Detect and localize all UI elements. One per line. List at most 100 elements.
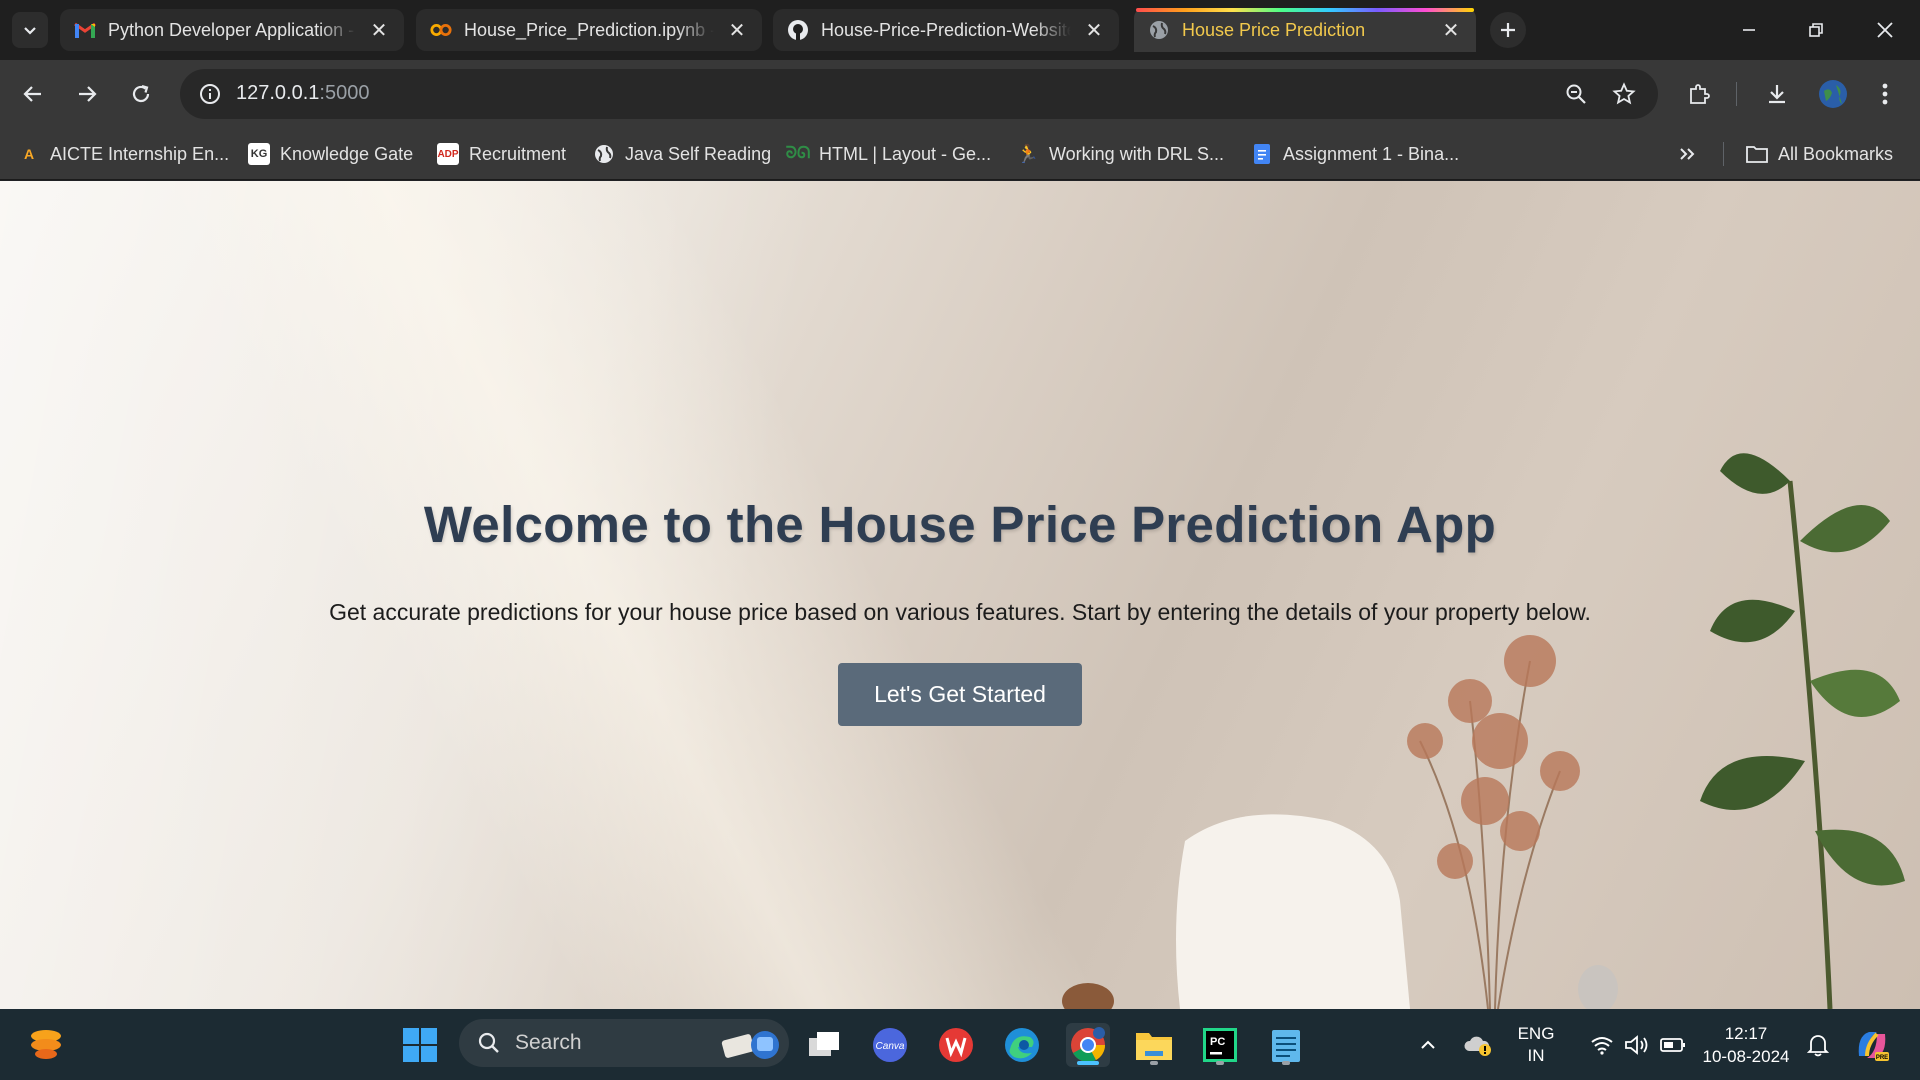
tab-search-button[interactable]	[12, 12, 48, 48]
search-label: Search	[515, 1031, 582, 1054]
hero-subtitle: Get accurate predictions for your house …	[329, 599, 1591, 625]
language-code: ENG	[1517, 1024, 1555, 1043]
taskbar-wps[interactable]	[934, 1023, 978, 1067]
notifications-button[interactable]	[1798, 1023, 1838, 1067]
toolbar-divider	[1736, 82, 1737, 106]
tab-title: House-Price-Prediction-Website	[821, 19, 1071, 40]
all-bookmarks-button[interactable]: All Bookmarks	[1746, 140, 1893, 168]
bookmark-item[interactable]: KG Knowledge Gate	[248, 140, 413, 168]
start-button[interactable]	[398, 1023, 442, 1067]
minimize-icon	[1743, 29, 1755, 31]
onedrive-status[interactable]	[1458, 1023, 1498, 1067]
bookmark-item[interactable]: 🏃 Working with DRL S...	[1017, 140, 1224, 168]
minimize-button[interactable]	[1720, 8, 1778, 52]
get-started-button[interactable]: Let's Get Started	[838, 663, 1082, 726]
bookmark-label: AICTE Internship En...	[50, 143, 230, 164]
gfg-icon: ᘐᘏ	[785, 145, 811, 162]
taskbar-notepad[interactable]	[1264, 1023, 1308, 1067]
taskbar-search[interactable]: Search	[459, 1019, 789, 1067]
bookmark-item[interactable]: Assignment 1 - Bina...	[1251, 140, 1459, 168]
download-icon	[1769, 85, 1785, 104]
bookmark-label: HTML | Layout - Ge...	[819, 143, 992, 164]
taskbar-file-explorer[interactable]	[1132, 1023, 1176, 1067]
github-icon	[787, 19, 809, 41]
more-vert-icon	[1882, 83, 1888, 105]
task-view-button[interactable]	[802, 1023, 846, 1067]
flower-clusters	[1407, 635, 1580, 879]
chrome-icon	[1071, 1027, 1105, 1062]
browser-menu-button[interactable]	[1864, 73, 1906, 115]
copilot-button[interactable]: PRE	[1850, 1023, 1894, 1067]
new-tab-button[interactable]	[1490, 12, 1526, 48]
profile-avatar[interactable]	[1812, 73, 1854, 115]
extensions-button[interactable]	[1678, 73, 1720, 115]
bookmark-item[interactable]: ᘐᘏ HTML | Layout - Ge...	[785, 140, 992, 168]
browser-toolbar: 127.0.0.1:5000	[0, 60, 1920, 128]
restore-button[interactable]	[1787, 8, 1845, 52]
close-tab-icon[interactable]: ✕	[1083, 19, 1105, 42]
tray-overflow-button[interactable]	[1408, 1023, 1448, 1067]
reload-icon	[132, 84, 150, 103]
close-tab-icon[interactable]: ✕	[726, 19, 748, 42]
back-button[interactable]	[12, 73, 54, 115]
windows-logo-icon	[403, 1028, 437, 1062]
bookmark-item[interactable]: ADP Recruitment	[437, 140, 566, 168]
tab-colab[interactable]: House_Price_Prediction.ipynb - ✕	[416, 9, 762, 51]
address-bar[interactable]: 127.0.0.1:5000	[180, 69, 1658, 119]
url-host: 127.0.0.1	[236, 82, 320, 104]
region-code: IN	[1527, 1046, 1545, 1065]
background-room-image	[1062, 453, 1905, 1009]
clock-time: 12:17	[1724, 1024, 1768, 1043]
page-viewport: Welcome to the House Price Prediction Ap…	[0, 181, 1920, 1009]
tab-house-price-prediction[interactable]: House Price Prediction ✕	[1134, 8, 1476, 52]
avatar-icon	[1819, 80, 1847, 108]
edge-icon	[1005, 1028, 1039, 1062]
tab-title: House_Price_Prediction.ipynb -	[464, 19, 714, 40]
widgets-button[interactable]	[24, 1023, 68, 1067]
folder-icon	[1136, 1033, 1172, 1060]
bookmark-label: Assignment 1 - Bina...	[1283, 143, 1460, 164]
taskbar-pycharm[interactable]: PC	[1198, 1023, 1242, 1067]
bookmark-star-icon[interactable]	[1608, 78, 1640, 110]
clock-date: 10-08-2024	[1702, 1047, 1790, 1066]
close-tab-icon[interactable]: ✕	[1440, 19, 1462, 42]
chevron-up-icon	[1421, 1040, 1435, 1049]
battery-icon	[1660, 1038, 1685, 1052]
aicte-icon: A	[23, 146, 35, 162]
wifi-icon	[1591, 1037, 1613, 1055]
active-app-indicator	[1077, 1061, 1099, 1065]
tab-github[interactable]: House-Price-Prediction-Website ✕	[773, 9, 1119, 51]
bookmark-item[interactable]: A AICTE Internship En...	[18, 140, 229, 168]
volume-icon	[1625, 1035, 1648, 1055]
forward-button[interactable]	[66, 73, 108, 115]
taskbar-canva[interactable]: Canva	[868, 1023, 912, 1067]
taskbar-chrome[interactable]	[1066, 1023, 1110, 1067]
hero-title: Welcome to the House Price Prediction Ap…	[423, 496, 1497, 553]
jar-shape	[1062, 983, 1114, 1009]
search-highlight-icon	[721, 1031, 779, 1059]
runner-icon: 🏃	[1016, 143, 1040, 164]
downloads-button[interactable]	[1756, 73, 1798, 115]
taskbar-edge[interactable]	[1000, 1023, 1044, 1067]
bookmark-item[interactable]: Java Self Reading	[593, 140, 771, 168]
reload-button[interactable]	[120, 73, 162, 115]
site-info-icon[interactable]	[194, 78, 226, 110]
tab-gmail[interactable]: Python Developer Application - ✕	[60, 9, 404, 51]
close-tab-icon[interactable]: ✕	[368, 19, 390, 42]
clock[interactable]: 12:17 10-08-2024	[1694, 1022, 1798, 1068]
bookmarks-overflow-button[interactable]	[1678, 140, 1696, 168]
close-window-button[interactable]	[1856, 8, 1914, 52]
bookmarks-bar: A AICTE Internship En... KG Knowledge Ga…	[0, 128, 1920, 180]
tab-title: Python Developer Application -	[108, 19, 355, 40]
zoom-icon[interactable]	[1560, 78, 1592, 110]
restore-icon	[1809, 23, 1823, 37]
language-indicator[interactable]: ENG IN	[1508, 1023, 1564, 1067]
kg-icon: KG	[248, 143, 270, 165]
gmail-icon	[74, 19, 96, 41]
double-chevron-right-icon	[1680, 148, 1695, 160]
url-text: 127.0.0.1:5000	[236, 82, 369, 105]
folder-icon	[1746, 143, 1768, 165]
quick-settings-button[interactable]	[1572, 1023, 1704, 1067]
running-app-indicator	[1150, 1061, 1158, 1065]
globe-icon	[1148, 19, 1170, 41]
